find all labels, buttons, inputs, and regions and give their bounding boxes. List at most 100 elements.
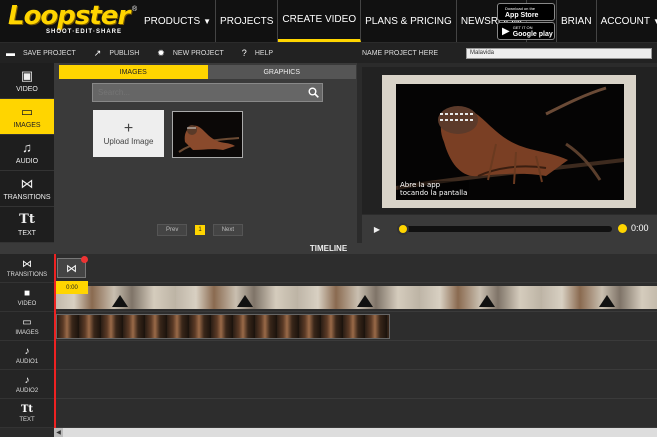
progress-scrubber[interactable] (397, 223, 612, 235)
timeline-header: TIMELINE (0, 243, 657, 254)
close-icon[interactable] (81, 256, 88, 263)
sidebar-images-label: IMAGES (13, 121, 41, 129)
sidebar-text-label: TEXT (18, 229, 36, 237)
microphone-icon: ♪ (24, 345, 30, 357)
images-track (54, 312, 657, 341)
scrubber-knob[interactable] (397, 223, 409, 235)
nav-create-video[interactable]: CREATE VIDEO (278, 0, 362, 42)
question-icon: ? (241, 48, 247, 58)
search-input[interactable] (93, 88, 304, 97)
googleplay-small-text: GET IT ON (512, 25, 533, 30)
clip-marker-icon (357, 295, 373, 307)
clip-marker-icon (599, 295, 615, 307)
text-icon: Tt (19, 211, 35, 227)
image-thumbnail[interactable] (172, 111, 243, 158)
microphone-icon: ♪ (24, 374, 30, 386)
track-label-images: ▭ IMAGES (0, 312, 54, 341)
nav-plans-pricing[interactable]: PLANS & PRICING (361, 0, 457, 42)
subtitle-line-1: Abre la app (400, 181, 441, 189)
nav-account[interactable]: ACCOUNT ▼ (597, 0, 657, 42)
sidebar-item-images[interactable]: ▭ IMAGES (0, 99, 54, 135)
tab-graphics[interactable]: GRAPHICS (207, 65, 356, 79)
video-clip[interactable] (54, 286, 657, 309)
loopster-logo[interactable]: Loopster SHOOT·EDIT·SHARE ® (8, 3, 137, 36)
image-icon: ▭ (20, 103, 34, 119)
play-icon[interactable]: ▶ (366, 225, 388, 234)
share-icon: ↗ (93, 47, 102, 58)
sidebar-item-text[interactable]: Tt TEXT (0, 207, 54, 243)
nav-projects[interactable]: PROJECTS (216, 0, 279, 42)
save-icon: ▬ (6, 48, 15, 58)
appstore-big-text: App Store (505, 12, 539, 19)
track-label-transitions: ⋈ TRANSITIONS (0, 254, 54, 283)
play-store-icon: ▶ (502, 25, 510, 37)
image-clip[interactable] (56, 314, 390, 339)
scroll-left-icon[interactable]: ◀ (54, 428, 63, 437)
audio2-track[interactable] (54, 370, 657, 399)
prev-page-button[interactable]: Prev (157, 224, 188, 236)
audio1-track[interactable] (54, 341, 657, 370)
chevron-down-icon: ▼ (653, 16, 657, 26)
googleplay-big-text: Google play (512, 31, 553, 38)
film-icon: ▣ (20, 67, 34, 83)
project-name-label: NAME PROJECT HERE (362, 49, 439, 57)
next-page-button[interactable]: Next (212, 224, 244, 236)
track-video-text: VIDEO (17, 300, 37, 307)
sidebar-video-label: VIDEO (16, 85, 38, 93)
playback-time: 0:00 (631, 223, 649, 233)
new-project-button[interactable]: ✹ NEW PROJECT (157, 48, 224, 59)
save-project-label: SAVE PROJECT (23, 49, 76, 57)
transitions-track: ⋈ (54, 254, 657, 283)
new-project-label: NEW PROJECT (172, 49, 224, 57)
timeline-scrollbar[interactable]: ◀ (54, 428, 657, 437)
player-controls: ▶ 0:00 (362, 215, 657, 243)
help-button[interactable]: ? HELP (242, 48, 273, 58)
timeline-body: ⋈ 0:00 (54, 254, 657, 428)
chevron-down-icon: ▼ (203, 16, 212, 26)
text-track[interactable] (54, 399, 657, 428)
save-project-button[interactable]: ▬ SAVE PROJECT (6, 48, 76, 58)
camera-icon: ■ (23, 287, 31, 299)
timeline-track-labels: ⋈ TRANSITIONS ■ VIDEO ▭ IMAGES ♪ AUDIO1 ♪ AUD… (0, 254, 54, 428)
publish-label: PUBLISH (109, 49, 140, 57)
nav-products-label: PRODUCTS (144, 15, 201, 27)
sidebar-item-audio[interactable]: ♫ AUDIO (0, 135, 54, 171)
page-number[interactable]: 1 (195, 225, 205, 235)
project-name-bar: NAME PROJECT HERE Malavida (357, 43, 657, 63)
top-nav: Loopster SHOOT·EDIT·SHARE ® PRODUCTS ▼ PR… (0, 0, 657, 42)
app-root: Loopster SHOOT·EDIT·SHARE ® PRODUCTS ▼ PR… (0, 0, 657, 437)
preview-frame: Abre la app tocando la pantalla (382, 75, 636, 208)
sidebar-item-video[interactable]: ▣ VIDEO (0, 63, 54, 99)
help-label: HELP (254, 49, 274, 57)
upload-image-button[interactable]: + Upload Image (93, 110, 164, 157)
project-toolbar: ▬ SAVE PROJECT ↗ PUBLISH ✹ NEW PROJECT ? HEL… (0, 43, 357, 63)
nav-menu: PRODUCTS ▼ PROJECTS CREATE VIDEO PLANS & … (140, 0, 527, 42)
track-text-text: TEXT (19, 416, 35, 423)
preview-image: Abre la app tocando la pantalla (396, 84, 624, 200)
sidebar-item-transitions[interactable]: ⋈ TRANSITIONS (0, 171, 54, 207)
gear-icon: ✹ (157, 47, 165, 58)
transition-clip[interactable]: ⋈ (57, 256, 88, 278)
search-icon[interactable] (304, 84, 322, 101)
user-menu: BRIAN ACCOUNT ▼ (556, 0, 657, 42)
music-icon: ♫ (22, 139, 32, 155)
media-tabs: IMAGES GRAPHICS (59, 65, 356, 79)
publish-button[interactable]: ↗ PUBLISH (94, 48, 140, 59)
text-icon: Tt (20, 403, 34, 415)
nav-create-video-label: CREATE VIDEO (282, 14, 357, 25)
account-label: ACCOUNT (600, 15, 651, 27)
nav-user-name[interactable]: BRIAN (556, 0, 597, 42)
clip-marker-icon (479, 295, 495, 307)
app-store-badge[interactable]: Download on the App Store (497, 3, 555, 21)
volume-icon[interactable] (618, 224, 627, 233)
nav-plans-label: PLANS & PRICING (365, 15, 452, 27)
project-name-input[interactable]: Malavida (466, 47, 652, 59)
image-icon: ▭ (22, 316, 32, 328)
bowtie-icon: ⋈ (22, 258, 32, 270)
google-play-badge[interactable]: ▶ GET IT ON Google play (497, 22, 555, 40)
track-label-text: Tt TEXT (0, 399, 54, 428)
bowtie-icon: ⋈ (66, 262, 77, 275)
tab-images[interactable]: IMAGES (59, 65, 208, 79)
nav-products[interactable]: PRODUCTS ▼ (140, 0, 217, 42)
upload-image-label: Upload Image (103, 137, 154, 146)
